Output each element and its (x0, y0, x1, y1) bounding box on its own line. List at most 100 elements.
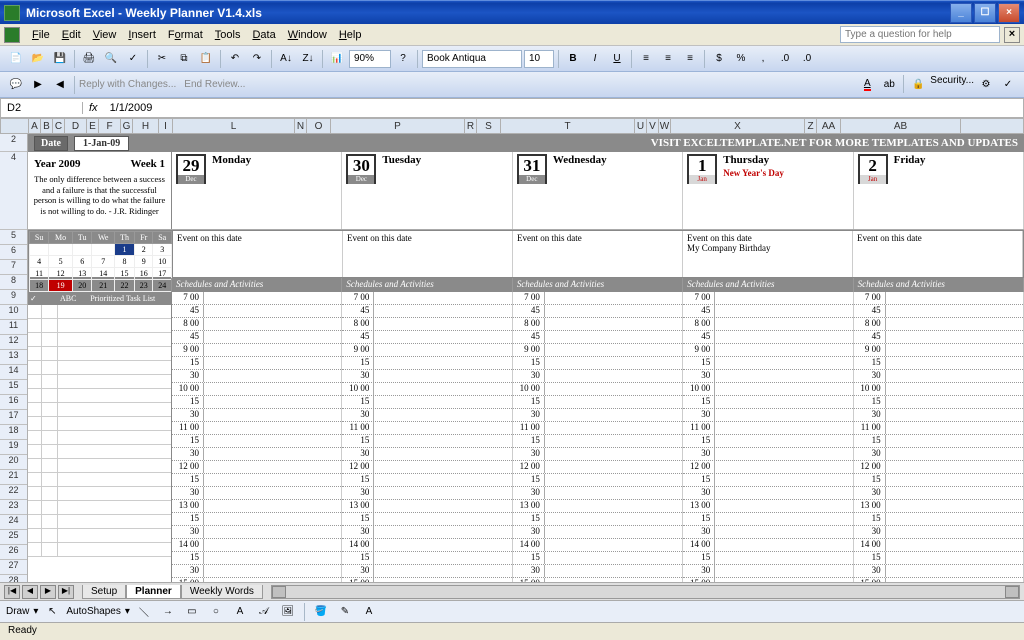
sheet-tab[interactable]: Weekly Words (181, 585, 263, 599)
scroll-right-icon[interactable] (1005, 586, 1019, 598)
schedule-column[interactable]: 7 00458 00459 00153010 00153011 00153012… (513, 292, 683, 582)
decimal-dec-icon[interactable]: .0 (797, 49, 817, 69)
menu-file[interactable]: File (26, 27, 56, 43)
sort-desc-icon[interactable]: Z↓ (298, 49, 318, 69)
fx-icon[interactable]: fx (83, 102, 104, 114)
save-icon[interactable]: 💾 (50, 49, 70, 69)
schedule-column[interactable]: 7 00458 00459 00153010 00153011 00153012… (342, 292, 512, 582)
paste-icon[interactable]: 📋 (196, 49, 216, 69)
redo-icon[interactable]: ↷ (247, 49, 267, 69)
first-tab-button[interactable]: |◀ (4, 585, 20, 599)
lock-icon[interactable]: 🔒 (908, 75, 928, 95)
clipart-icon[interactable]: 🖼 (278, 602, 298, 622)
event-cell[interactable]: Event on this date (343, 231, 513, 277)
oval-icon[interactable]: ○ (206, 602, 226, 622)
row-headers[interactable]: 2 4 567 8910 111213 141516 171819 202122… (0, 134, 28, 582)
sheet-tab[interactable]: Planner (126, 585, 181, 599)
cut-icon[interactable]: ✂ (152, 49, 172, 69)
ab-icon[interactable]: ab (879, 75, 899, 95)
scroll-left-icon[interactable] (272, 586, 286, 598)
align-right-icon[interactable]: ≡ (680, 49, 700, 69)
bold-icon[interactable]: B (563, 49, 583, 69)
help-icon[interactable]: ? (393, 49, 413, 69)
line-icon[interactable]: ＼ (134, 602, 154, 622)
event-cell[interactable]: Event on this date (853, 231, 1023, 277)
formula-input[interactable]: 1/1/2009 (104, 102, 1023, 114)
close-button[interactable]: × (998, 3, 1020, 23)
event-cell[interactable]: Event on this date My Company Birthday (683, 231, 853, 277)
menu-window[interactable]: Window (282, 27, 333, 43)
minimize-button[interactable]: _ (950, 3, 972, 23)
italic-icon[interactable]: I (585, 49, 605, 69)
print-icon[interactable]: 🖨 (79, 49, 99, 69)
chart-icon[interactable]: 📊 (327, 49, 347, 69)
menu-insert[interactable]: Insert (122, 27, 162, 43)
next-comment-icon[interactable]: ▶ (28, 75, 48, 95)
sec2-icon[interactable]: ✓ (998, 75, 1018, 95)
draw-menu[interactable]: Draw (6, 606, 29, 617)
copy-icon[interactable]: ⧉ (174, 49, 194, 69)
percent-icon[interactable]: % (731, 49, 751, 69)
linecolor-icon[interactable]: ✎ (335, 602, 355, 622)
new-icon[interactable]: 📄 (6, 49, 26, 69)
help-search[interactable] (840, 26, 1000, 43)
undo-icon[interactable]: ↶ (225, 49, 245, 69)
align-left-icon[interactable]: ≡ (636, 49, 656, 69)
maximize-button[interactable]: ☐ (974, 3, 996, 23)
align-center-icon[interactable]: ≡ (658, 49, 678, 69)
next-tab-button[interactable]: ▶ (40, 585, 56, 599)
preview-icon[interactable]: 🔍 (101, 49, 121, 69)
year-label: Year 2009 (34, 158, 81, 170)
spreadsheet-grid[interactable]: 2 4 567 8910 111213 141516 171819 202122… (0, 134, 1024, 582)
date-value[interactable]: 1-Jan-09 (74, 136, 129, 151)
sort-asc-icon[interactable]: A↓ (276, 49, 296, 69)
menu-data[interactable]: Data (246, 27, 281, 43)
task-list[interactable]: ✓ABCPrioritized Task List (28, 292, 172, 582)
fillcolor-icon[interactable]: 🪣 (311, 602, 331, 622)
week-header: Year 2009Week 1 The only difference betw… (28, 152, 1024, 230)
event-cell[interactable]: Event on this date (173, 231, 343, 277)
column-headers[interactable]: A B C D E F G H I L N O P R S T U V W X … (0, 118, 1024, 134)
event-cell[interactable]: Event on this date (513, 231, 683, 277)
day-column: 31DecWednesday (513, 152, 683, 229)
schedule-column[interactable]: 7 00458 00459 00153010 00153011 00153012… (172, 292, 342, 582)
fontcolor-icon[interactable]: A (359, 602, 379, 622)
menu-help[interactable]: Help (333, 27, 368, 43)
currency-icon[interactable]: $ (709, 49, 729, 69)
name-box[interactable]: D2 (1, 102, 83, 114)
schedule-column[interactable]: 7 00458 00459 00153010 00153011 00153012… (854, 292, 1024, 582)
prev-tab-button[interactable]: ◀ (22, 585, 38, 599)
menu-tools[interactable]: Tools (209, 27, 247, 43)
comma-icon[interactable]: , (753, 49, 773, 69)
pointer-icon[interactable]: ↖ (42, 602, 62, 622)
sheet-content[interactable]: Date 1-Jan-09 VISIT EXCELTEMPLATE.NET FO… (28, 134, 1024, 582)
decimal-inc-icon[interactable]: .0 (775, 49, 795, 69)
arrow-icon[interactable]: → (158, 602, 178, 622)
horizontal-scrollbar[interactable] (271, 585, 1020, 599)
security-label[interactable]: Security... (930, 75, 974, 95)
wordart-icon[interactable]: 𝒜 (254, 602, 274, 622)
font-name-box[interactable]: Book Antiqua (422, 50, 522, 68)
prev-comment-icon[interactable]: ◀ (50, 75, 70, 95)
zoom-box[interactable]: 90% (349, 50, 391, 68)
open-icon[interactable]: 📂 (28, 49, 48, 69)
spell-icon[interactable]: ✓ (123, 49, 143, 69)
textbox-icon[interactable]: A (230, 602, 250, 622)
close-doc-button[interactable]: × (1004, 27, 1020, 43)
schedule-column[interactable]: 7 00458 00459 00153010 00153011 00153012… (683, 292, 853, 582)
menu-format[interactable]: Format (162, 27, 209, 43)
font-color-icon[interactable]: A (857, 75, 877, 95)
menu-view[interactable]: View (87, 27, 123, 43)
sheet-tab[interactable]: Setup (82, 585, 126, 599)
mini-calendar[interactable]: SuMoTuWeThFrSa12345678910111213141516171… (29, 231, 173, 277)
underline-icon[interactable]: U (607, 49, 627, 69)
autoshapes-menu[interactable]: AutoShapes (66, 606, 121, 617)
menu-edit[interactable]: Edit (56, 27, 87, 43)
font-size-box[interactable]: 10 (524, 50, 554, 68)
titlebar: Microsoft Excel - Weekly Planner V1.4.xl… (0, 0, 1024, 24)
comment-icon[interactable]: 💬 (6, 75, 26, 95)
last-tab-button[interactable]: ▶| (58, 585, 74, 599)
rect-icon[interactable]: ▭ (182, 602, 202, 622)
sec1-icon[interactable]: ⚙ (976, 75, 996, 95)
reply-label: Reply with Changes... (79, 79, 176, 90)
